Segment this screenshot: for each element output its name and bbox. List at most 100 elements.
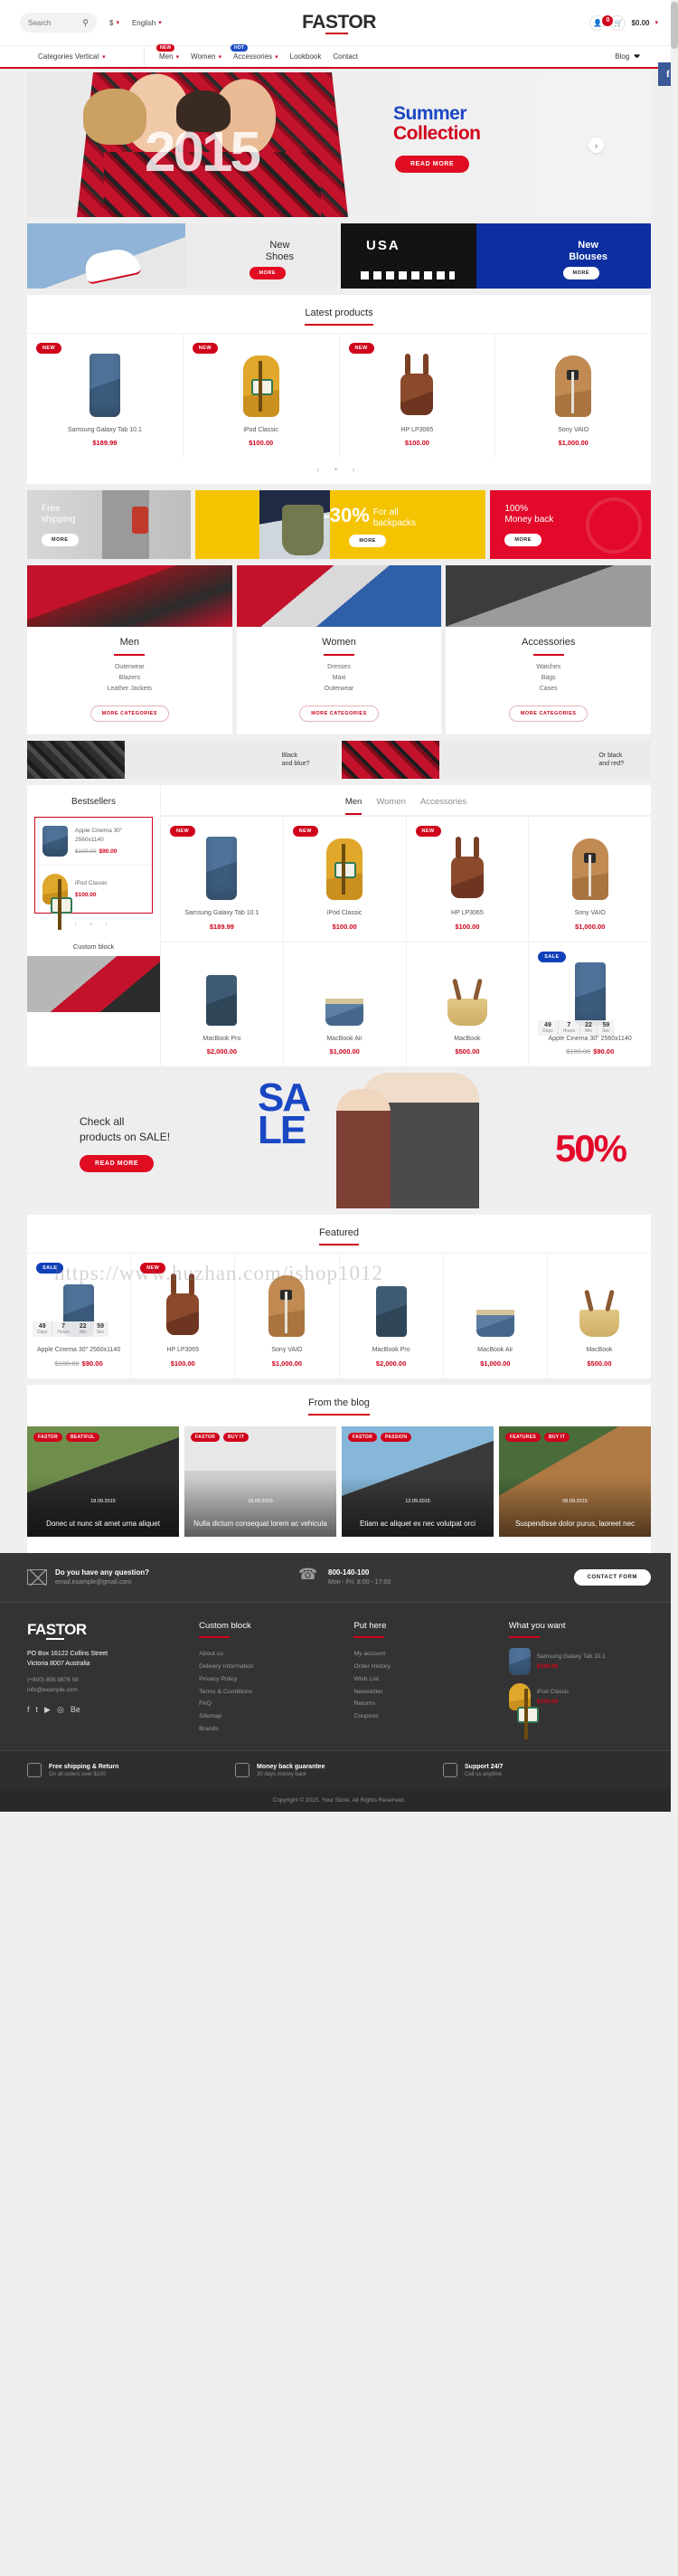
blog-tag[interactable]: FEATURES bbox=[505, 1432, 541, 1442]
category-link[interactable]: Maxi bbox=[242, 675, 437, 681]
hero-next-arrow[interactable]: › bbox=[589, 137, 604, 153]
twitter-icon[interactable]: t bbox=[36, 1705, 39, 1715]
instagram-icon[interactable]: ◎ bbox=[57, 1705, 64, 1715]
hero-slider[interactable]: 2015 Summer Collection READ MORE › bbox=[27, 72, 651, 217]
product-card[interactable]: NEW HP LP3065 $100.00 bbox=[131, 1254, 236, 1378]
tab-men[interactable]: Men bbox=[344, 797, 363, 816]
blog-tag[interactable]: FASTOR bbox=[348, 1432, 377, 1442]
promo-new-blouses[interactable]: New Blouses MORE bbox=[341, 223, 651, 289]
nav-item-men[interactable]: NEW Men ▾ bbox=[156, 44, 179, 61]
promo-shoes-more-button[interactable]: MORE bbox=[249, 267, 286, 279]
footer-link[interactable]: Wish List bbox=[353, 1673, 495, 1686]
search-icon[interactable]: ⚲ bbox=[82, 18, 89, 28]
footer-link[interactable]: About us bbox=[199, 1648, 341, 1661]
promo-backpacks-discount[interactable]: -30% For all backpacks MORE bbox=[195, 490, 486, 560]
tab-accessories[interactable]: Accessories bbox=[420, 797, 466, 815]
category-card-men[interactable]: Men Outerwear Blazers Leather Jackets MO… bbox=[27, 565, 232, 735]
site-logo[interactable]: FASTOR bbox=[302, 12, 376, 34]
footer-link[interactable]: Returns bbox=[353, 1698, 495, 1710]
footer-link[interactable]: Coupons bbox=[353, 1710, 495, 1723]
tab-women[interactable]: Women bbox=[376, 797, 406, 815]
promo-free-shipping[interactable]: Free shipping MORE bbox=[27, 490, 191, 560]
product-card[interactable]: MacBook Pro $2,000.00 bbox=[340, 1254, 444, 1378]
footer-link[interactable]: Order History bbox=[353, 1661, 495, 1673]
more-categories-button[interactable]: MORE CATEGORIES bbox=[508, 706, 589, 723]
category-link[interactable]: Blazers bbox=[33, 675, 227, 681]
footer-link[interactable]: My account bbox=[353, 1648, 495, 1661]
nav-item-women[interactable]: Women ▾ bbox=[191, 52, 221, 61]
sale-banner[interactable]: SA LE 50% Check all products on SALE! RE… bbox=[27, 1073, 651, 1209]
latest-products-pager[interactable]: ‹ • › bbox=[27, 458, 651, 484]
category-link[interactable]: Leather Jackets bbox=[33, 686, 227, 692]
product-card[interactable]: Sony VAIO $1,000.00 bbox=[235, 1254, 340, 1378]
more-categories-button[interactable]: MORE CATEGORIES bbox=[299, 706, 379, 723]
nav-item-contact[interactable]: Contact bbox=[333, 52, 358, 61]
page-scrollbar[interactable] bbox=[671, 0, 678, 1813]
search-box[interactable]: ⚲ bbox=[20, 13, 97, 33]
chevron-down-icon[interactable]: ▾ bbox=[654, 19, 658, 26]
product-card[interactable]: NEW Samsung Galaxy Tab 10.1 $189.99 bbox=[161, 817, 284, 942]
facebook-icon[interactable]: f bbox=[27, 1705, 30, 1715]
strip-black-red[interactable]: Or black and red? bbox=[341, 741, 651, 780]
footer-email-small[interactable]: info@example.com bbox=[27, 1686, 186, 1695]
product-card[interactable]: NEW HP LP3065 $100.00 bbox=[407, 817, 530, 942]
contact-form-button[interactable]: CONTACT FORM bbox=[573, 1568, 651, 1586]
blog-post[interactable]: FASTOR BUY IT 18.09.2015 Nulla dictum con… bbox=[184, 1425, 336, 1537]
blog-tag[interactable]: FASTOR bbox=[33, 1432, 62, 1442]
promo-money-back[interactable]: 100% Money back MORE bbox=[490, 490, 651, 560]
blog-tag[interactable]: BEATIFUL bbox=[66, 1432, 99, 1442]
product-card[interactable]: SALE 49 Days 7 Hours 22 Min 59 Sec Apple Cin… bbox=[27, 1254, 132, 1378]
footer-product-item[interactable]: iPod Classic $100.00 bbox=[508, 1682, 651, 1739]
footer-link[interactable]: Delivery Information bbox=[199, 1661, 341, 1673]
product-card[interactable]: SALE 49 Days 7 Hours 22 Min 59 Sec Apple Cin… bbox=[529, 942, 651, 1066]
product-card[interactable]: MacBook Pro $2,000.00 bbox=[161, 942, 284, 1067]
product-card[interactable]: Sony VAIO $1,000.00 bbox=[495, 334, 651, 458]
category-link[interactable]: Cases bbox=[451, 686, 645, 692]
product-card[interactable]: MacBook $500.00 bbox=[548, 1254, 651, 1378]
product-card[interactable]: NEW HP LP3065 $100.00 bbox=[340, 334, 496, 459]
product-card[interactable]: NEW iPod Classic $100.00 bbox=[284, 817, 407, 942]
footer-link[interactable]: FAQ bbox=[199, 1698, 341, 1710]
youtube-icon[interactable]: ▶ bbox=[44, 1705, 51, 1715]
footer-email[interactable]: email.example@gmail.com bbox=[55, 1579, 149, 1586]
blog-post[interactable]: FASTOR BEATIFUL 18.09.2015 Donec ut nunc … bbox=[27, 1425, 179, 1537]
category-link[interactable]: Watches bbox=[451, 664, 645, 670]
promo-shipping-more-button[interactable]: MORE bbox=[42, 533, 79, 546]
currency-selector[interactable]: $ ▾ bbox=[109, 19, 119, 27]
bestseller-item[interactable]: iPod Classic $100.00 bbox=[35, 866, 152, 931]
category-link[interactable]: Outerwear bbox=[33, 664, 227, 670]
footer-link[interactable]: Terms & Conditions bbox=[199, 1686, 341, 1699]
footer-link[interactable]: Newsletter bbox=[353, 1686, 495, 1699]
footer-product-item[interactable]: Samsung Galaxy Tab 10.1 $189.99 bbox=[508, 1647, 651, 1675]
nav-item-lookbook[interactable]: Lookbook bbox=[290, 52, 322, 61]
blog-post[interactable]: FEATURES BUY IT 08.09.2015 Suspendisse do… bbox=[499, 1425, 651, 1537]
product-card[interactable]: MacBook Air $1,000.00 bbox=[284, 942, 407, 1067]
blog-tag[interactable]: FASTOR bbox=[191, 1432, 220, 1442]
footer-logo[interactable]: FASTOR bbox=[27, 1620, 186, 1640]
promo-blouses-more-button[interactable]: MORE bbox=[562, 267, 599, 279]
promo-money-more-button[interactable]: MORE bbox=[504, 533, 541, 546]
search-input[interactable] bbox=[28, 18, 80, 27]
promo-new-shoes[interactable]: New Shoes MORE bbox=[27, 223, 337, 289]
hero-read-more-button[interactable]: READ MORE bbox=[395, 156, 470, 173]
blog-post[interactable]: FASTOR PASSION 12.09.2015 Etiam ac alique… bbox=[342, 1425, 494, 1537]
custom-block-card[interactable]: Custom block bbox=[27, 934, 160, 1013]
sale-read-more-button[interactable]: READ MORE bbox=[80, 1154, 155, 1172]
scrollbar-thumb[interactable] bbox=[671, 2, 678, 49]
category-link[interactable]: Outerwear bbox=[242, 686, 437, 692]
footer-link[interactable]: Sitemap bbox=[199, 1710, 341, 1723]
category-link[interactable]: Dresses bbox=[242, 664, 437, 670]
product-card[interactable]: Sony VAIO $1,000.00 bbox=[529, 817, 651, 941]
promo-discount-more-button[interactable]: MORE bbox=[349, 535, 386, 548]
categories-vertical-button[interactable]: Categories Vertical ▾ bbox=[27, 46, 145, 67]
product-card[interactable]: MacBook $500.00 bbox=[407, 942, 530, 1067]
bestseller-item[interactable]: Apple Cinema 30" 2560x1140 $100.00 $90.00 bbox=[35, 818, 152, 867]
nav-blog[interactable]: Blog ❤ bbox=[615, 52, 651, 61]
product-card[interactable]: NEW Samsung Galaxy Tab 10.1 $189.99 bbox=[27, 334, 184, 459]
cart-button[interactable]: 0 🛒 bbox=[602, 14, 626, 31]
behance-icon[interactable]: Be bbox=[71, 1705, 80, 1715]
language-selector[interactable]: English ▾ bbox=[132, 19, 162, 27]
category-card-accessories[interactable]: Accessories Watches Bags Cases MORE CATE… bbox=[446, 565, 652, 735]
nav-item-accessories[interactable]: HOT Accessories ▾ bbox=[231, 44, 278, 61]
footer-link[interactable]: Brands bbox=[199, 1723, 341, 1736]
